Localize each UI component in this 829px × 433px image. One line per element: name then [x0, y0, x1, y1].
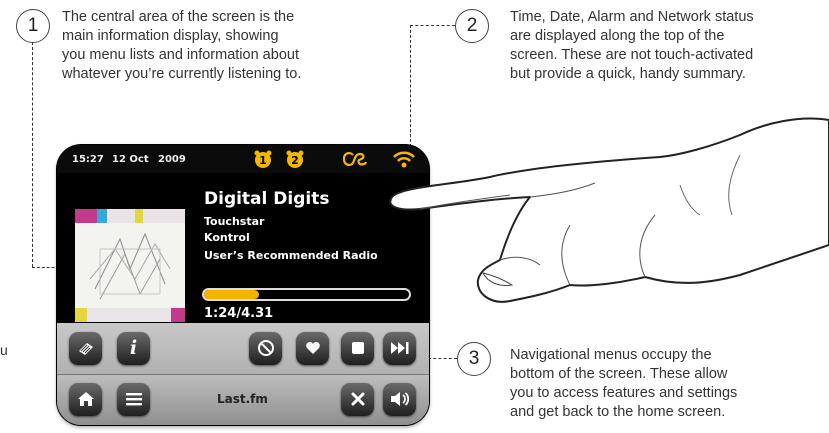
alarm-1-icon: 1 — [253, 149, 273, 169]
radio-touchscreen: 15:27 12 Oct 2009 1 2 Digital Digits Tou… — [57, 145, 429, 425]
skip-forward-icon[interactable] — [383, 332, 416, 365]
pointing-hand-illustration — [389, 117, 829, 303]
callout-2-text: Time, Date, Alarm and Network status are… — [510, 8, 754, 84]
callout-2-line: are displayed along the top of the — [510, 28, 725, 44]
callout-3-line: Navigational menus occupy the — [510, 347, 712, 363]
callout-3-leader-h — [428, 358, 457, 359]
stop-icon[interactable] — [341, 332, 374, 365]
callout-1-text: The central area of the screen is the ma… — [62, 8, 301, 84]
progress-fill — [204, 290, 260, 299]
callout-3-line: and get back to the home screen. — [510, 404, 726, 420]
close-x-icon[interactable] — [341, 383, 374, 416]
love-heart-icon[interactable] — [296, 332, 329, 365]
cropped-text-fragment: u — [0, 342, 8, 358]
home-icon[interactable] — [69, 383, 102, 416]
track-artist: Touchstar — [204, 215, 265, 228]
svg-text:2: 2 — [291, 154, 299, 167]
alarm-2-icon: 2 — [285, 149, 305, 169]
callout-1-line: whatever you’re currently listening to. — [62, 66, 302, 82]
elapsed-time: 1:24/4.31 — [204, 306, 274, 321]
browse-icon[interactable] — [69, 332, 102, 365]
status-bar: 15:27 12 Oct 2009 1 2 — [57, 145, 429, 173]
callout-number-2: 2 — [455, 9, 489, 43]
ban-icon[interactable] — [249, 332, 282, 365]
now-playing-panel: Digital Digits Touchstar Kontrol User’s … — [57, 173, 429, 323]
callout-2-line: but provide a quick, handy summary. — [510, 66, 746, 82]
callout-3-text: Navigational menus occupy the bottom of … — [510, 346, 737, 422]
callout-number-3: 3 — [457, 342, 491, 376]
lastfm-icon — [341, 149, 369, 169]
status-date: 12 Oct — [112, 154, 149, 165]
callout-2-line: Time, Date, Alarm and Network status — [510, 9, 754, 25]
sleep-moon-icon — [319, 149, 335, 169]
callout-2-line: screen. These are not touch-activated — [510, 47, 754, 63]
callout-2-leader-h — [410, 25, 455, 26]
callout-number-1: 1 — [16, 9, 50, 43]
status-time: 15:27 — [72, 154, 104, 165]
track-title: Digital Digits — [204, 189, 330, 209]
station-name: User’s Recommended Radio — [204, 249, 378, 262]
callout-1-line: The central area of the screen is the — [62, 9, 295, 25]
callout-3-line: you to access features and settings — [510, 385, 738, 401]
callout-1-line: you menu lists and information about — [62, 47, 299, 63]
navigation-row-bottom: Last.fm — [57, 374, 429, 425]
svg-text:1: 1 — [259, 154, 267, 167]
callout-1-line: main information display, showing — [62, 28, 279, 44]
volume-icon[interactable] — [383, 383, 416, 416]
track-album: Kontrol — [204, 231, 250, 244]
info-icon[interactable]: i — [117, 332, 150, 365]
callout-1-leader-v — [32, 42, 33, 267]
navigation-menu: i Last.fm — [57, 323, 429, 425]
album-art — [75, 209, 185, 322]
status-year: 2009 — [158, 154, 186, 165]
service-label: Last.fm — [217, 392, 268, 406]
menu-list-icon[interactable] — [117, 383, 150, 416]
callout-3-line: bottom of the screen. These allow — [510, 366, 728, 382]
